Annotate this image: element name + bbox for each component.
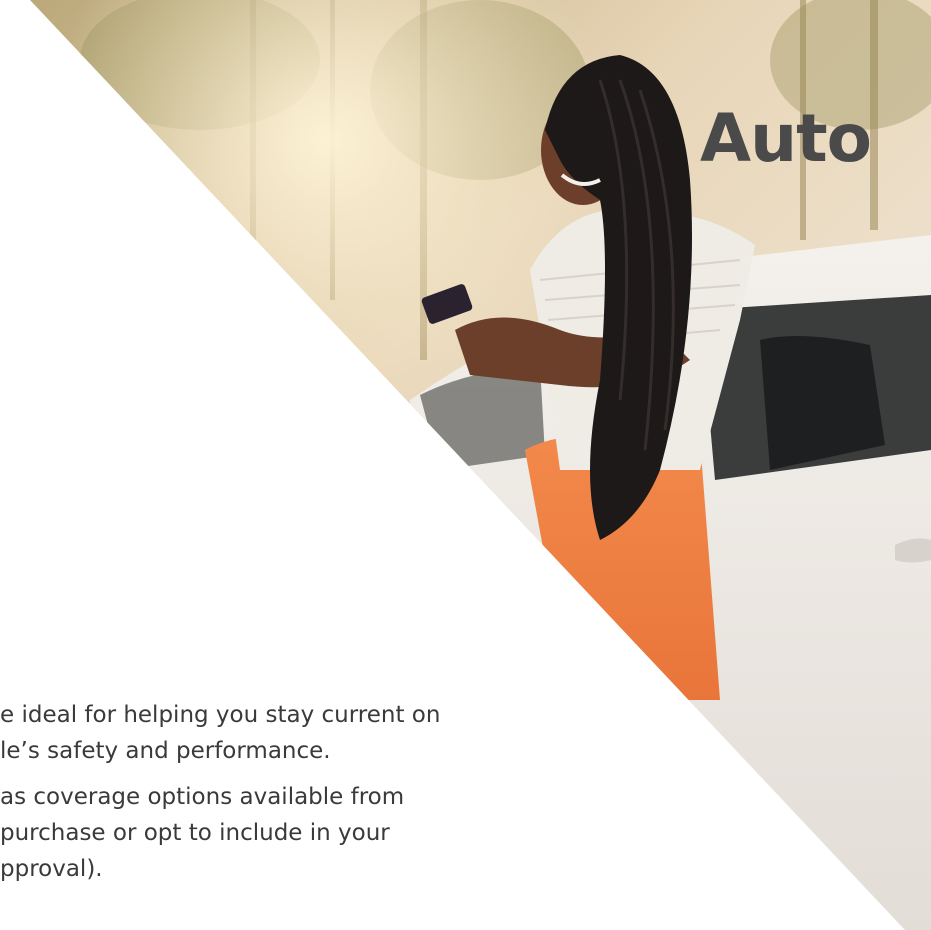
body-copy: e ideal for helping you stay current on … bbox=[0, 697, 540, 897]
paragraph-1-line-1: e ideal for helping you stay current on bbox=[0, 702, 441, 728]
paragraph-2-line-3: pproval). bbox=[0, 856, 103, 882]
paragraph-2-line-2: purchase or opt to include in your bbox=[0, 820, 390, 846]
page-title: Auto bbox=[700, 100, 872, 177]
paragraph-1-line-2: le’s safety and performance. bbox=[0, 738, 331, 764]
paragraph-2-line-1: as coverage options available from bbox=[0, 784, 405, 810]
